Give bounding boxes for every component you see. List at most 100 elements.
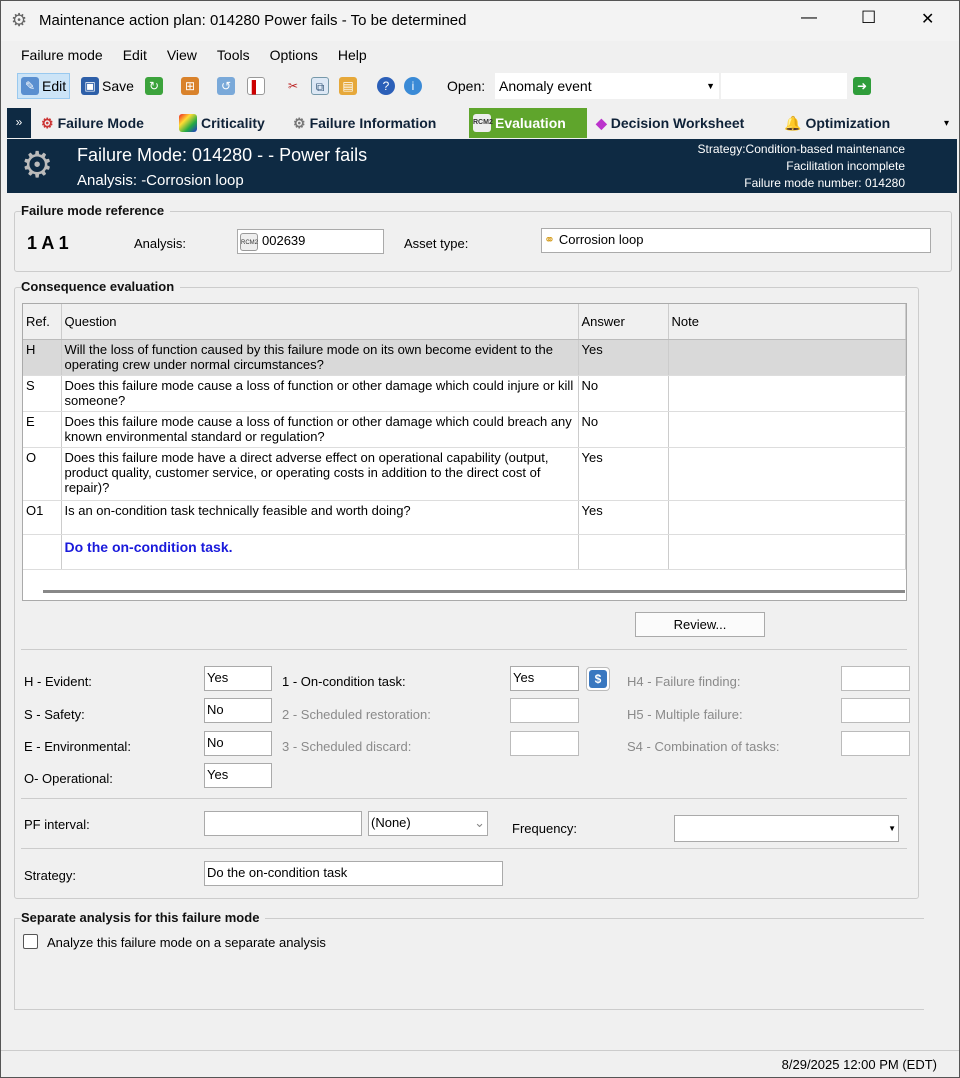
strategy-field[interactable]: Do the on-condition task bbox=[204, 861, 503, 886]
col-ref[interactable]: Ref. bbox=[23, 304, 62, 340]
e-field[interactable]: No bbox=[204, 731, 272, 756]
info-icon[interactable]: i bbox=[404, 77, 422, 95]
status-bar: 8/29/2025 12:00 PM (EDT) bbox=[1, 1050, 959, 1078]
close-button[interactable]: ✕ bbox=[921, 9, 934, 29]
pf-unit-select[interactable]: (None) ⌄ bbox=[368, 811, 488, 836]
table-row[interactable]: O1 Is an on-condition task technically fe… bbox=[23, 500, 906, 535]
row-ref: O1 bbox=[23, 500, 62, 535]
gear-magnifier-icon: ⚙ bbox=[21, 144, 54, 185]
divider bbox=[21, 649, 907, 650]
row-note[interactable] bbox=[668, 339, 906, 376]
t1-label: 1 - On-condition task: bbox=[282, 674, 406, 689]
refresh-icon[interactable]: ↻ bbox=[145, 77, 163, 95]
copy-icon[interactable]: ⧉ bbox=[311, 77, 329, 95]
paste-icon[interactable]: ▤ bbox=[339, 77, 357, 95]
overflow-icon[interactable]: ▾ bbox=[944, 118, 949, 129]
row-ref: E bbox=[23, 411, 62, 448]
failure-information-icon: ⚙ bbox=[293, 114, 306, 131]
fm-code: 1 A 1 bbox=[27, 233, 69, 253]
go-arrow-icon[interactable]: ➜ bbox=[853, 77, 871, 95]
h4-label: H4 - Failure finding: bbox=[627, 674, 741, 689]
tab-bar: » ⚙ Failure Mode Criticality ⚙ Failure Inf… bbox=[7, 108, 957, 138]
row-answer[interactable]: No bbox=[578, 411, 669, 448]
tab-failure-information[interactable]: ⚙ Failure Information bbox=[289, 108, 440, 138]
s-field[interactable]: No bbox=[204, 698, 272, 723]
document-icon[interactable]: ▌ bbox=[247, 77, 265, 95]
row-note[interactable] bbox=[668, 447, 906, 501]
t2-field[interactable] bbox=[510, 698, 579, 723]
pf-interval-field[interactable] bbox=[204, 811, 362, 836]
tab-evaluation[interactable]: RCM2 Evaluation bbox=[469, 108, 587, 138]
open-select[interactable]: Anomaly event ▼ bbox=[495, 73, 719, 99]
rcm2-icon: RCM2 bbox=[240, 233, 258, 251]
row-answer[interactable]: No bbox=[578, 375, 669, 412]
divider bbox=[21, 848, 907, 849]
header-strategy: Strategy:Condition-based maintenance bbox=[697, 142, 905, 156]
row-answer[interactable]: Yes bbox=[578, 447, 669, 501]
row-note[interactable] bbox=[668, 500, 906, 535]
separate-analysis-group bbox=[14, 918, 924, 1010]
analysis-label: Analysis: bbox=[134, 236, 187, 251]
undo-icon[interactable]: ↺ bbox=[217, 77, 235, 95]
h-label: H - Evident: bbox=[24, 674, 92, 689]
header-title: Failure Mode: 014280 - - Power fails bbox=[77, 145, 368, 165]
analysis-field[interactable]: RCM2 002639 bbox=[237, 229, 384, 254]
menu-failure-mode[interactable]: Failure mode bbox=[1, 43, 113, 67]
row-answer[interactable]: Yes bbox=[578, 339, 669, 376]
col-answer[interactable]: Answer bbox=[578, 304, 669, 340]
tab-optimization[interactable]: 🔔 Optimization bbox=[780, 108, 894, 138]
row-question: Will the loss of function caused by this… bbox=[61, 339, 579, 376]
tab-label: Criticality bbox=[201, 115, 265, 131]
windows-icon[interactable]: ⊞ bbox=[181, 77, 199, 95]
tab-failure-mode[interactable]: ⚙ Failure Mode bbox=[37, 108, 148, 138]
minimize-button[interactable]: — bbox=[801, 9, 817, 27]
row-answer[interactable]: Yes bbox=[578, 500, 669, 535]
horizontal-scrollbar[interactable] bbox=[43, 590, 905, 593]
header-analysis: Analysis: -Corrosion loop bbox=[77, 172, 244, 189]
menu-options[interactable]: Options bbox=[260, 43, 328, 67]
help-icon[interactable]: ? bbox=[377, 77, 395, 95]
asset-type-field[interactable]: ⚭ Corrosion loop bbox=[541, 228, 931, 253]
dropdown-arrow-icon: ▼ bbox=[706, 81, 715, 91]
result-text: Do the on-condition task. bbox=[61, 534, 579, 570]
tab-criticality[interactable]: Criticality bbox=[175, 108, 269, 138]
menu-help[interactable]: Help bbox=[328, 43, 377, 67]
table-row[interactable]: S Does this failure mode cause a loss of … bbox=[23, 375, 906, 412]
toolbar: ✎ Edit ▣ Save ↻ ⊞ ↺ ▌ ✂ ⧉ ▤ ? i Open: Anom… bbox=[9, 73, 954, 101]
row-note[interactable] bbox=[668, 375, 906, 412]
app-window: ⚙ Maintenance action plan: 014280 Power … bbox=[0, 0, 960, 1078]
row-note[interactable] bbox=[668, 411, 906, 448]
h5-field[interactable] bbox=[841, 698, 910, 723]
edit-button[interactable]: ✎ Edit bbox=[17, 73, 71, 99]
maximize-button[interactable]: ☐ bbox=[861, 8, 876, 28]
frequency-select[interactable]: ▼ bbox=[674, 815, 899, 842]
separate-analysis-label[interactable]: Analyze this failure mode on a separate … bbox=[47, 935, 326, 950]
t3-field[interactable] bbox=[510, 731, 579, 756]
separate-analysis-checkbox[interactable] bbox=[23, 934, 38, 949]
h4-field[interactable] bbox=[841, 666, 910, 691]
expand-chevron-icon[interactable]: » bbox=[7, 108, 31, 138]
table-row[interactable]: H Will the loss of function caused by thi… bbox=[23, 339, 906, 376]
review-button[interactable]: Review... bbox=[635, 612, 765, 637]
strategy-label: Strategy: bbox=[24, 868, 77, 883]
table-row[interactable]: O Does this failure mode have a direct ad… bbox=[23, 447, 906, 501]
tab-decision-worksheet[interactable]: ◆ Decision Worksheet bbox=[592, 108, 748, 138]
col-note[interactable]: Note bbox=[668, 304, 906, 340]
table-row[interactable]: E Does this failure mode cause a loss of … bbox=[23, 411, 906, 448]
menu-edit[interactable]: Edit bbox=[113, 43, 157, 67]
row-question: Does this failure mode cause a loss of f… bbox=[61, 411, 579, 448]
tab-label: Evaluation bbox=[495, 115, 566, 131]
tab-label: Optimization bbox=[805, 115, 891, 131]
col-question[interactable]: Question bbox=[61, 304, 579, 340]
o-field[interactable]: Yes bbox=[204, 763, 272, 788]
save-button[interactable]: ▣ Save bbox=[81, 73, 134, 99]
menu-tools[interactable]: Tools bbox=[207, 43, 260, 67]
t1-field[interactable]: Yes bbox=[510, 666, 579, 691]
menu-view[interactable]: View bbox=[157, 43, 207, 67]
cut-icon[interactable]: ✂ bbox=[284, 77, 302, 95]
search-input[interactable] bbox=[721, 73, 847, 99]
h-field[interactable]: Yes bbox=[204, 666, 272, 691]
cost-button[interactable]: $ bbox=[586, 667, 610, 691]
s4-field[interactable] bbox=[841, 731, 910, 756]
result-row: Do the on-condition task. bbox=[23, 534, 906, 570]
